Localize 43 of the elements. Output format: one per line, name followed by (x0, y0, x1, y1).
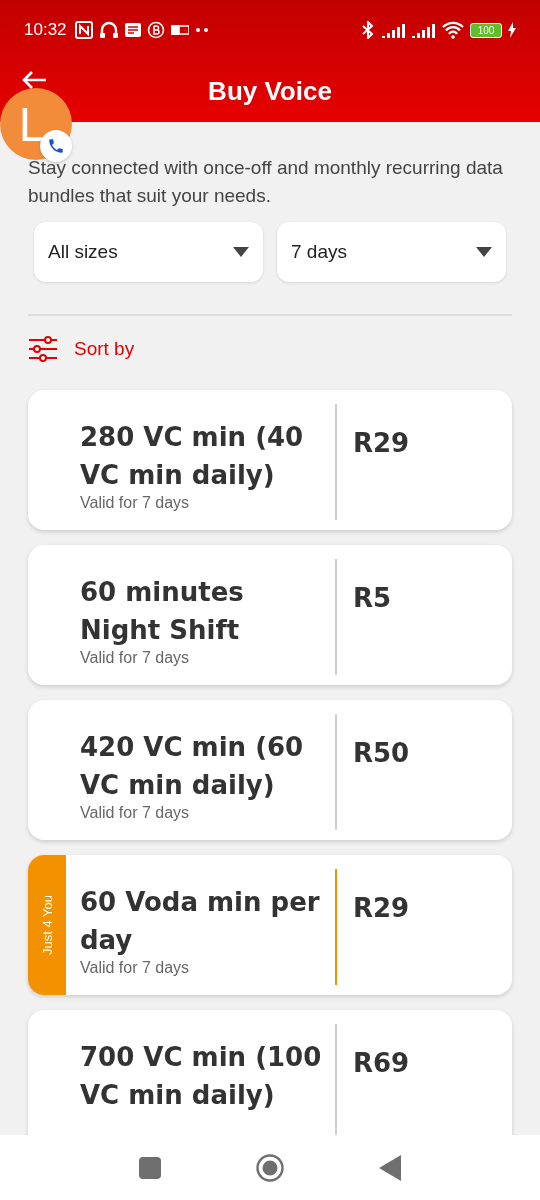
offer-tag: Just 4 You (28, 855, 66, 995)
caret-icon (476, 247, 492, 257)
signal-icon (382, 22, 406, 38)
bundle-validity: Valid for 7 days (80, 959, 191, 977)
bundle-validity: Valid for 7 days (80, 804, 191, 822)
filter-dropdown[interactable]: All sizes (34, 222, 263, 282)
bundle-card[interactable]: 280 VC min (40 VC min daily) Valid for 7 days R29 (28, 390, 512, 530)
bundle-validity: Valid for 7 days (80, 494, 191, 512)
sort-by-link[interactable]: Sort by (74, 338, 135, 360)
wifi-icon (442, 21, 464, 39)
bundle-price: R69 (353, 1048, 410, 1078)
bundle-card[interactable]: 60 minutes Night Shift Valid for 7 days R5 (28, 545, 512, 685)
battery-level: 100 (470, 22, 502, 38)
signal-icon (412, 22, 436, 38)
headphones-icon (98, 21, 119, 39)
bundle-name: 700 VC min (100 VC min daily) (80, 1041, 323, 1112)
bluetooth-icon (360, 21, 376, 39)
back-icon[interactable] (379, 1154, 401, 1181)
phone-icon (47, 137, 65, 155)
circle-b-icon (146, 21, 165, 39)
charging-icon (508, 22, 516, 38)
bundle-card[interactable]: 700 VC min (100 VC min daily) R69 (28, 1010, 512, 1135)
message-icon (124, 23, 141, 37)
back-arrow-icon[interactable] (22, 70, 48, 90)
more-icon (194, 27, 209, 33)
bundle-price: R29 (353, 893, 410, 923)
bundle-card[interactable]: 420 VC min (60 VC min daily) Valid for 7 days R50 (28, 700, 512, 840)
sliders-icon[interactable] (28, 336, 58, 362)
nfc-icon (74, 21, 93, 39)
bundle-price: R29 (353, 428, 410, 458)
bundle-name: 60 Voda min per day (80, 886, 321, 957)
filter-dropdown[interactable]: 7 days (277, 222, 506, 282)
page-title: Buy Voice (208, 75, 332, 107)
bundle-name: 420 VC min (60 VC min daily) (80, 731, 305, 802)
home-icon[interactable] (256, 1153, 284, 1182)
bundle-price: R5 (353, 583, 392, 613)
status-time: 10:32 (24, 20, 67, 40)
bundle-price: R50 (353, 738, 410, 768)
recents-icon[interactable] (139, 1156, 161, 1179)
caret-icon (233, 247, 249, 257)
bundle-name: 280 VC min (40 VC min daily) (80, 421, 305, 492)
bundle-name: 60 minutes Night Shift (80, 576, 245, 647)
bundle-validity: Valid for 7 days (80, 649, 191, 667)
